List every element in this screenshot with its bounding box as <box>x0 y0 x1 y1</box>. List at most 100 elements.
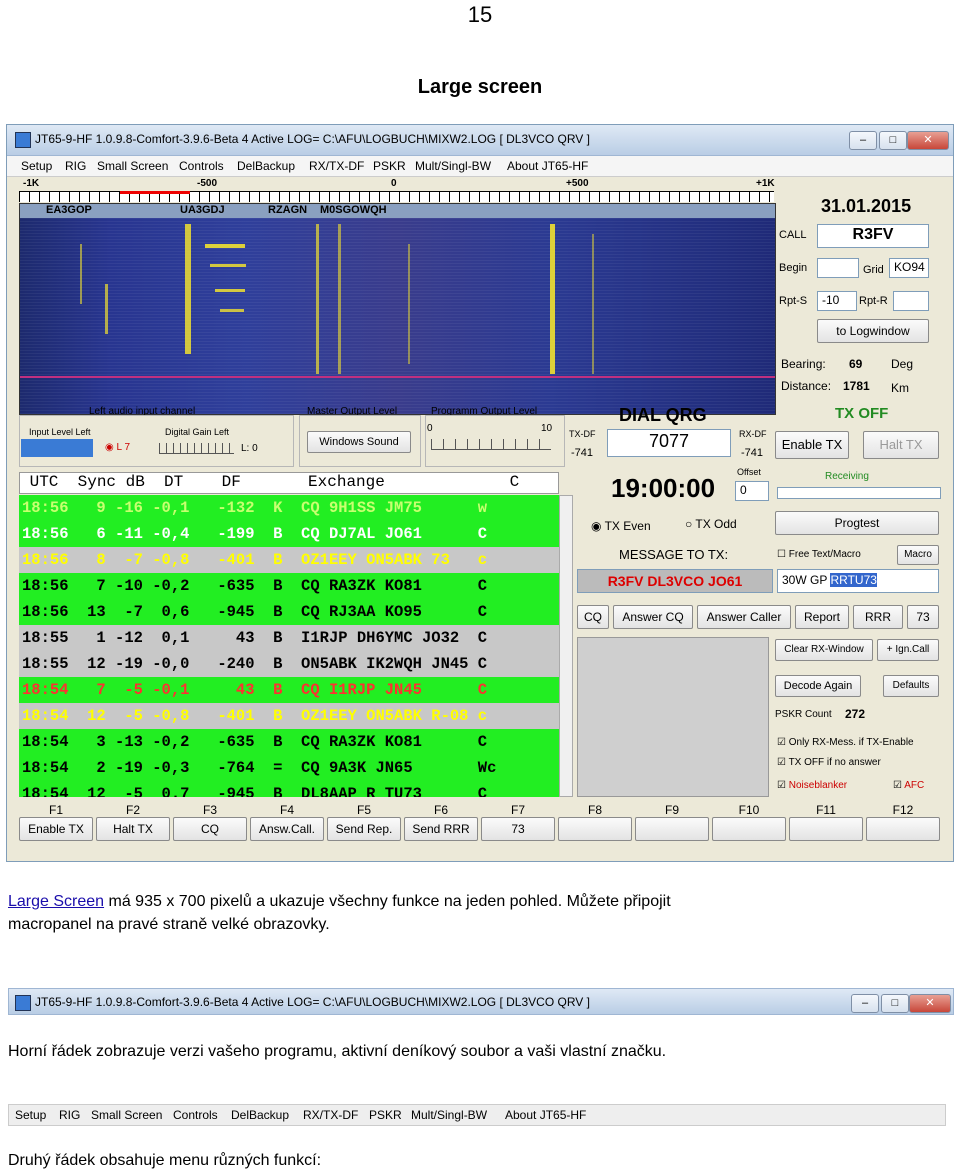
menu-small-screen[interactable]: Small Screen <box>91 1108 162 1122</box>
call-field[interactable]: R3FV <box>817 224 929 248</box>
waterfall-display[interactable]: EA3GOP UA3GDJ RZAGN M0SGOWQH <box>19 203 776 415</box>
menu-about[interactable]: About JT65-HF <box>505 1108 586 1122</box>
app-icon <box>15 132 31 148</box>
function-key-button[interactable] <box>558 817 632 841</box>
tx-off-checkbox[interactable]: ☑ TX OFF if no answer <box>777 757 881 768</box>
to-logwindow-button[interactable]: to Logwindow <box>817 319 929 343</box>
function-key-button[interactable]: 73 <box>481 817 555 841</box>
decode-row[interactable]: 18:56 8 -7 -0,8 -401 B OZ1EEY ON5ABK 73 … <box>19 547 559 573</box>
halt-tx-button[interactable]: Halt TX <box>863 431 939 459</box>
menu-setup[interactable]: Setup <box>21 159 52 173</box>
function-key-label: F8 <box>587 803 602 817</box>
decode-row[interactable]: 18:56 13 -7 0,6 -945 B CQ RJ3AA KO95 C <box>19 599 559 625</box>
tx-even-radio[interactable]: ◉ TX Even <box>591 519 651 533</box>
function-key-button[interactable]: Send RRR <box>404 817 478 841</box>
menu-delbackup[interactable]: DelBackup <box>237 159 295 173</box>
report-button[interactable]: Report <box>795 605 849 629</box>
decode-row[interactable]: 18:54 12 -5 0.7 -945 B DL8AAP R TU73 C <box>19 781 559 797</box>
enable-tx-button[interactable]: Enable TX <box>775 431 849 459</box>
menu-mult-singl-bw[interactable]: Mult/Singl-BW <box>415 159 491 173</box>
answer-cq-button[interactable]: Answer CQ <box>613 605 693 629</box>
decode-row[interactable]: 18:56 6 -11 -0,4 -199 B CQ DJ7AL JO61 C <box>19 521 559 547</box>
function-key-button[interactable]: CQ <box>173 817 247 841</box>
large-screen-link[interactable]: Large Screen <box>8 893 104 910</box>
menu-about[interactable]: About JT65-HF <box>507 159 588 173</box>
function-key-button[interactable]: Halt TX <box>96 817 170 841</box>
defaults-button[interactable]: Defaults <box>883 675 939 697</box>
decode-row[interactable]: 18:54 7 -5 -0,1 43 B CQ I1RJP JN45 C <box>19 677 559 703</box>
bearing-label: Bearing: <box>781 357 826 371</box>
menu-setup[interactable]: Setup <box>15 1108 46 1122</box>
rrr-button[interactable]: RRR <box>853 605 903 629</box>
function-key-f3: F3 CQ <box>173 803 247 841</box>
rpt-s-field[interactable]: -10 <box>817 291 857 311</box>
function-key-button[interactable] <box>635 817 709 841</box>
windows-sound-button[interactable]: Windows Sound <box>307 431 411 453</box>
signal-trace <box>550 224 555 374</box>
ignore-call-button[interactable]: + Ign.Call <box>877 639 939 661</box>
scale-label: 0 <box>391 178 397 189</box>
radio-l[interactable]: ◉ L 7 <box>105 442 130 453</box>
menu-pskr[interactable]: PSKR <box>373 159 406 173</box>
progtest-button[interactable]: Progtest <box>775 511 939 535</box>
menu-controls[interactable]: Controls <box>173 1108 218 1122</box>
distance-unit: Km <box>891 381 909 395</box>
menu-rx-tx-df[interactable]: RX/TX-DF <box>303 1108 358 1122</box>
decode-table[interactable]: 18:56 9 -16 -0,1 -132 K CQ 9H1SS JM75 w1… <box>19 495 559 797</box>
menu-controls[interactable]: Controls <box>179 159 224 173</box>
function-key-label: F11 <box>816 803 836 817</box>
message-field[interactable]: R3FV DL3VCO JO61 <box>577 569 773 593</box>
menu-pskr[interactable]: PSKR <box>369 1108 402 1122</box>
minimize-button[interactable]: – <box>851 994 879 1013</box>
decode-row[interactable]: 18:54 2 -19 -0,3 -764 = CQ 9A3K JN65 Wc <box>19 755 559 781</box>
minimize-button[interactable]: – <box>849 131 877 150</box>
tx-status: TX OFF <box>835 405 889 422</box>
program-output-slider[interactable] <box>431 439 551 450</box>
menu-small-screen[interactable]: Small Screen <box>97 159 168 173</box>
decode-table-scrollbar[interactable] <box>559 495 573 797</box>
function-key-button[interactable] <box>866 817 940 841</box>
afc-checkbox[interactable]: ☑ AFC <box>893 780 924 791</box>
clear-rx-window-button[interactable]: Clear RX-Window <box>775 639 873 661</box>
noiseblanker-checkbox[interactable]: ☑ Noiseblanker <box>777 780 847 791</box>
only-rx-checkbox[interactable]: ☑ Only RX-Mess. if TX-Enable <box>777 737 914 748</box>
rpt-r-field[interactable] <box>893 291 929 311</box>
answer-caller-button[interactable]: Answer Caller <box>697 605 791 629</box>
decode-row[interactable]: 18:54 3 -13 -0,2 -635 B CQ RA3ZK KO81 C <box>19 729 559 755</box>
function-key-button[interactable] <box>789 817 863 841</box>
maximize-button[interactable]: □ <box>881 994 909 1013</box>
dial-qrg-field[interactable]: 7077 <box>607 429 731 457</box>
grid-field[interactable]: KO94 <box>889 258 929 278</box>
rx-df-value: -741 <box>741 447 764 459</box>
offset-field[interactable]: 0 <box>735 481 769 501</box>
macro-text-field[interactable]: 30W GP RRTU73 <box>777 569 939 593</box>
function-key-button[interactable]: Send Rep. <box>327 817 401 841</box>
digital-gain-slider[interactable] <box>159 443 234 454</box>
signal-trace <box>338 224 341 374</box>
maximize-button[interactable]: □ <box>879 131 907 150</box>
close-button[interactable]: ✕ <box>907 131 949 150</box>
tx-odd-radio[interactable]: ○ TX Odd <box>685 517 737 531</box>
menu-rig[interactable]: RIG <box>59 1108 80 1122</box>
decode-row[interactable]: 18:56 9 -16 -0,1 -132 K CQ 9H1SS JM75 w <box>19 495 559 521</box>
decode-row[interactable]: 18:55 1 -12 0,1 43 B I1RJP DH6YMC JO32 C <box>19 625 559 651</box>
function-key-button[interactable]: Answ.Call. <box>250 817 324 841</box>
function-key-label: F3 <box>202 803 217 817</box>
signal-trace <box>220 309 244 312</box>
decode-row[interactable]: 18:55 12 -19 -0,0 -240 B ON5ABK IK2WQH J… <box>19 651 559 677</box>
decode-again-button[interactable]: Decode Again <box>775 675 861 697</box>
decode-row[interactable]: 18:54 12 -5 -0,8 -401 B OZ1EEY ON5ABK R-… <box>19 703 559 729</box>
function-key-button[interactable] <box>712 817 786 841</box>
menu-rig[interactable]: RIG <box>65 159 86 173</box>
free-text-checkbox[interactable]: ☐ Free Text/Macro <box>777 549 861 560</box>
close-button[interactable]: ✕ <box>909 994 951 1013</box>
menu-mult-singl-bw[interactable]: Mult/Singl-BW <box>411 1108 487 1122</box>
menu-rx-tx-df[interactable]: RX/TX-DF <box>309 159 364 173</box>
menu-delbackup[interactable]: DelBackup <box>231 1108 289 1122</box>
begin-field[interactable] <box>817 258 859 278</box>
function-key-button[interactable]: Enable TX <box>19 817 93 841</box>
cq-button[interactable]: CQ <box>577 605 609 629</box>
decode-row[interactable]: 18:56 7 -10 -0,2 -635 B CQ RA3ZK KO81 C <box>19 573 559 599</box>
macro-button[interactable]: Macro <box>897 545 939 565</box>
73-button[interactable]: 73 <box>907 605 939 629</box>
